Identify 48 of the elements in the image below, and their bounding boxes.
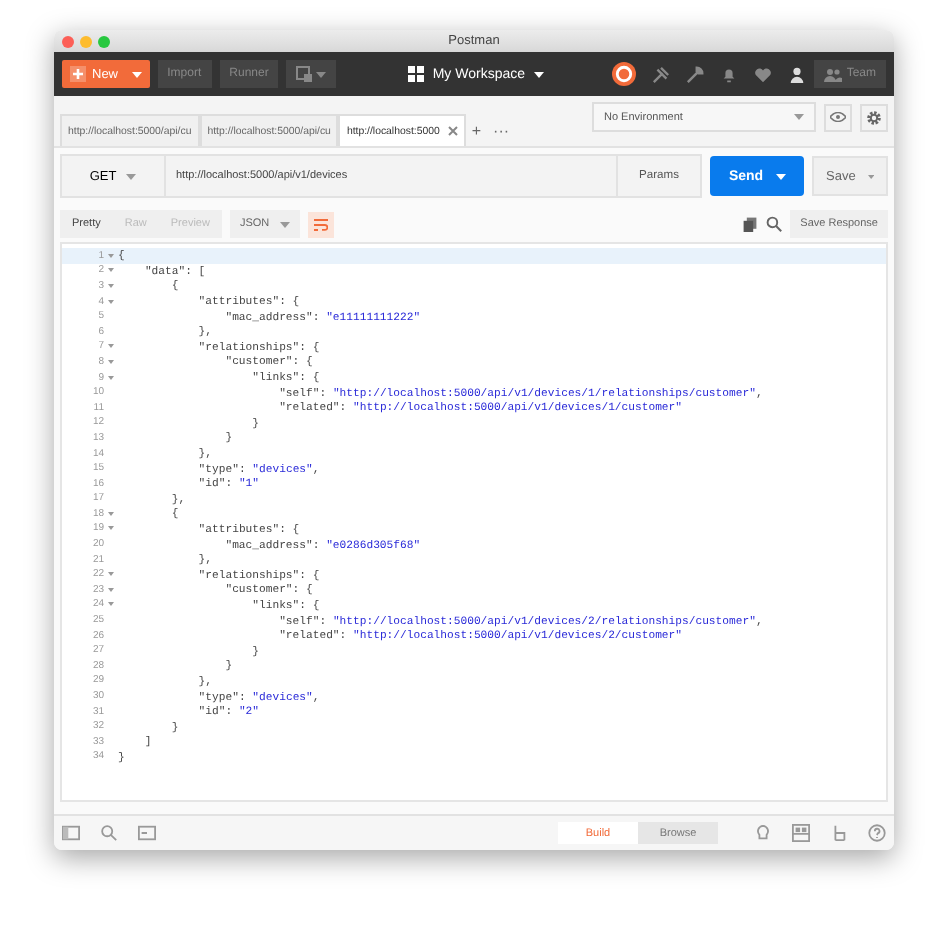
wrap-lines-button[interactable] bbox=[307, 211, 334, 237]
new-tab-button[interactable]: + bbox=[465, 116, 488, 146]
user-icon[interactable] bbox=[788, 65, 807, 83]
new-window-button[interactable] bbox=[286, 60, 337, 88]
heart-icon[interactable] bbox=[754, 65, 773, 83]
search-icon[interactable] bbox=[100, 824, 118, 842]
eye-icon bbox=[830, 112, 846, 122]
settings-icon bbox=[866, 109, 882, 125]
settings-button[interactable] bbox=[860, 103, 888, 131]
layout-icon[interactable] bbox=[792, 824, 810, 842]
fold-icon[interactable] bbox=[107, 344, 113, 349]
wrap-icon bbox=[313, 217, 328, 231]
chair-icon[interactable] bbox=[830, 824, 848, 842]
fold-icon[interactable] bbox=[107, 359, 113, 364]
fold-icon[interactable] bbox=[107, 572, 113, 577]
sidebar-icon[interactable] bbox=[62, 824, 80, 842]
caret-icon bbox=[867, 173, 874, 179]
maximize-icon[interactable] bbox=[98, 35, 110, 47]
eye-button[interactable] bbox=[824, 103, 852, 131]
caret-icon bbox=[316, 71, 327, 77]
caret-icon bbox=[775, 173, 786, 179]
fold-icon[interactable] bbox=[107, 283, 113, 288]
fold-icon[interactable] bbox=[107, 375, 113, 380]
more-tabs-button[interactable]: ··· bbox=[487, 116, 516, 146]
close-icon[interactable] bbox=[447, 126, 458, 136]
grid-icon bbox=[408, 66, 425, 82]
people-icon bbox=[824, 67, 843, 81]
lightbulb-icon[interactable] bbox=[754, 824, 772, 842]
bell-icon[interactable] bbox=[720, 65, 739, 83]
sync-icon[interactable] bbox=[612, 62, 637, 86]
caret-icon bbox=[131, 71, 142, 77]
fold-icon[interactable] bbox=[107, 587, 113, 592]
fold-icon[interactable] bbox=[107, 511, 113, 516]
help-icon[interactable] bbox=[868, 824, 886, 842]
fold-icon[interactable] bbox=[107, 602, 113, 607]
plus-icon bbox=[70, 66, 86, 82]
caret-icon bbox=[533, 71, 544, 77]
fold-icon[interactable] bbox=[107, 268, 113, 273]
fold-icon[interactable] bbox=[107, 299, 113, 304]
caret-icon bbox=[279, 221, 290, 227]
search-icon[interactable] bbox=[766, 216, 783, 232]
close-icon[interactable] bbox=[62, 35, 74, 47]
caret-icon bbox=[794, 114, 804, 120]
fold-icon[interactable] bbox=[107, 526, 113, 531]
window-icon bbox=[296, 66, 313, 82]
copy-icon[interactable] bbox=[742, 216, 759, 232]
console-icon[interactable] bbox=[138, 824, 156, 842]
fold-icon[interactable] bbox=[107, 253, 113, 258]
